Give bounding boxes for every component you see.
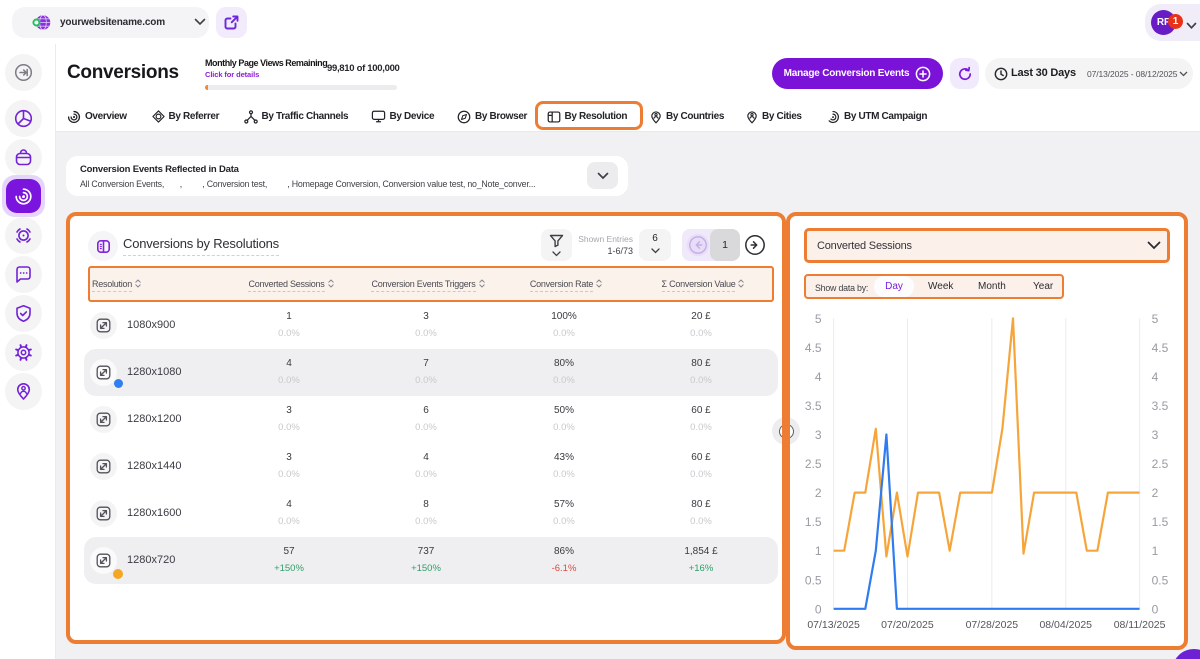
svg-text:07/13/2025: 07/13/2025: [807, 619, 860, 631]
svg-text:4: 4: [1152, 370, 1159, 384]
svg-text:3.5: 3.5: [1152, 399, 1169, 413]
svg-text:5: 5: [815, 312, 822, 326]
svg-text:3: 3: [1152, 428, 1159, 442]
svg-text:07/28/2025: 07/28/2025: [966, 619, 1019, 631]
svg-text:4.5: 4.5: [1152, 341, 1169, 355]
svg-text:4.5: 4.5: [805, 341, 822, 355]
svg-text:07/20/2025: 07/20/2025: [881, 619, 934, 631]
svg-text:5: 5: [1152, 312, 1159, 326]
svg-text:2: 2: [1152, 486, 1159, 500]
svg-text:3: 3: [815, 428, 822, 442]
svg-text:2.5: 2.5: [1152, 457, 1169, 471]
svg-text:4: 4: [815, 370, 822, 384]
svg-text:08/11/2025: 08/11/2025: [1114, 619, 1166, 631]
svg-text:1.5: 1.5: [805, 515, 822, 529]
svg-text:2: 2: [815, 486, 822, 500]
svg-text:1: 1: [1152, 544, 1159, 558]
svg-text:0: 0: [815, 602, 822, 616]
svg-text:1: 1: [815, 544, 822, 558]
svg-text:1.5: 1.5: [1152, 515, 1169, 529]
svg-text:0: 0: [1152, 602, 1159, 616]
svg-text:08/04/2025: 08/04/2025: [1039, 619, 1092, 631]
svg-text:3.5: 3.5: [805, 399, 822, 413]
svg-text:2.5: 2.5: [805, 457, 822, 471]
svg-text:0.5: 0.5: [1152, 573, 1169, 587]
svg-text:0.5: 0.5: [805, 573, 822, 587]
